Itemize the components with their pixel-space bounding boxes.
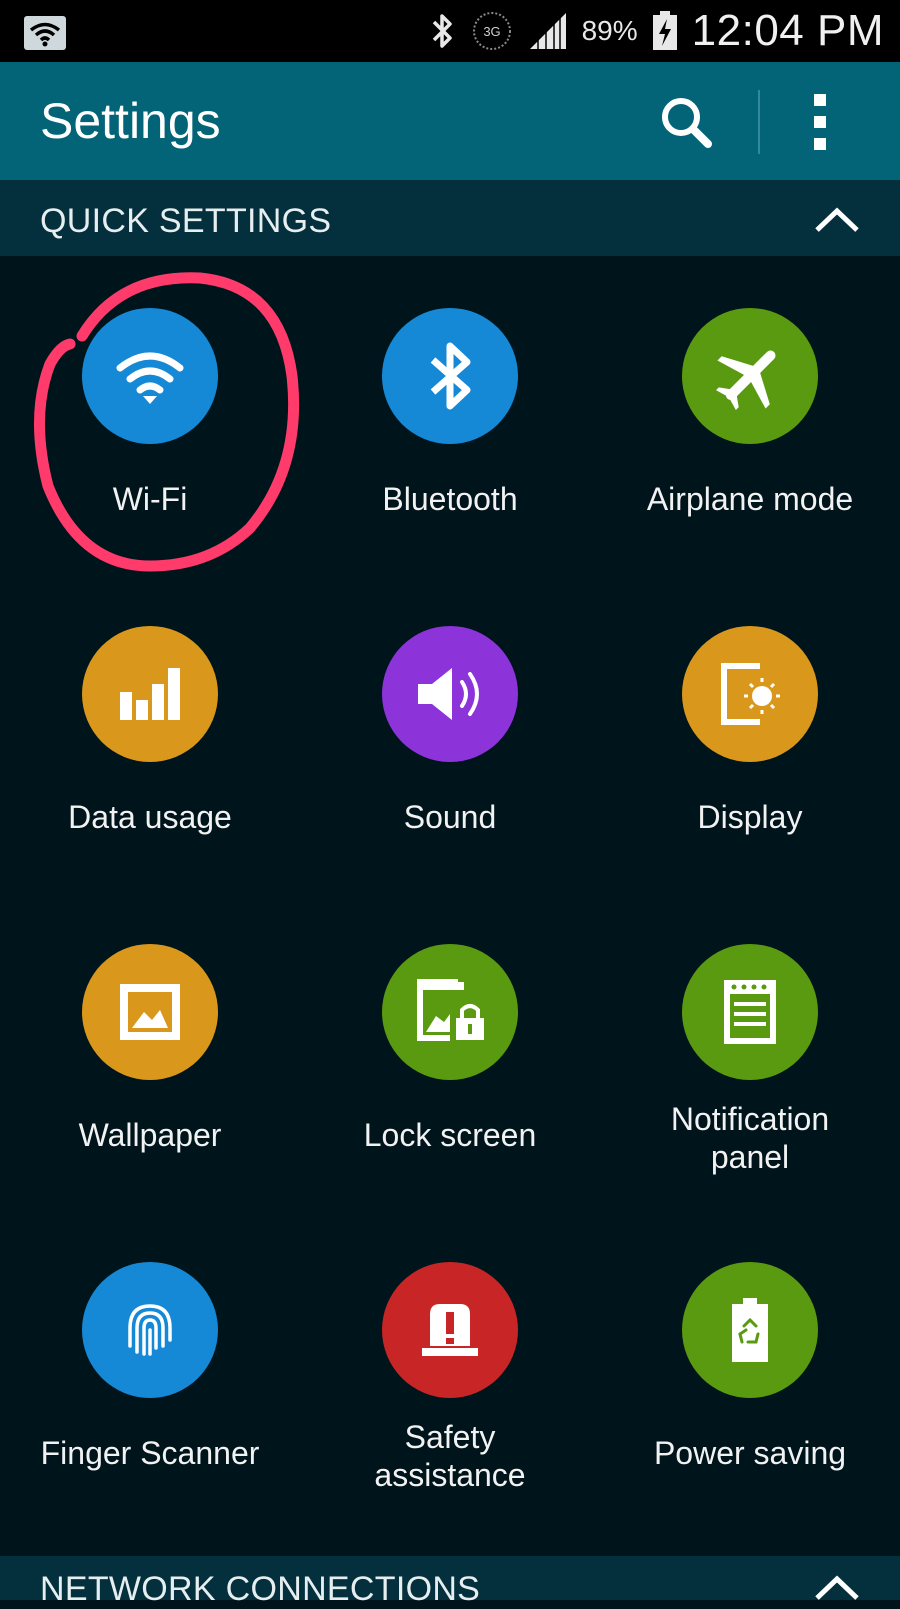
tile-label: Sound <box>403 799 497 835</box>
safety-assistance-tile-circle <box>382 1262 518 1398</box>
quick-settings-header[interactable]: QUICK SETTINGS <box>0 180 900 256</box>
tile-label: Notification panel <box>670 1101 830 1175</box>
display-icon <box>721 663 780 725</box>
battery-charging-icon <box>652 11 677 50</box>
page-title: Settings <box>40 93 221 149</box>
wifi-tile-circle <box>82 308 218 444</box>
tile-label: Wi-Fi <box>112 481 188 517</box>
airplane-tile-circle <box>682 308 818 444</box>
tile-display[interactable]: Display <box>600 574 900 884</box>
display-tile-circle <box>682 626 818 762</box>
tile-label: Lock screen <box>363 1117 537 1153</box>
action-divider <box>758 90 760 154</box>
fingerprint-icon <box>128 1304 172 1356</box>
eco-battery-icon <box>732 1298 768 1362</box>
tile-label: Wallpaper <box>78 1117 222 1153</box>
tile-label: Airplane mode <box>646 481 854 517</box>
alarm-light-icon <box>422 1304 478 1356</box>
signal-strength-icon <box>529 13 566 49</box>
chevron-up-icon[interactable] <box>814 1574 860 1602</box>
tile-label: Display <box>697 799 803 835</box>
tile-label: Bluetooth <box>382 481 518 517</box>
lock-screen-icon <box>417 979 484 1041</box>
tile-finger-scanner[interactable]: Finger Scanner <box>0 1210 300 1520</box>
tile-power-saving[interactable]: Power saving <box>600 1210 900 1520</box>
clock: 12:04 PM <box>691 6 884 55</box>
tile-safety-assistance[interactable]: Safety assistance <box>300 1210 600 1520</box>
lock-screen-tile-circle <box>382 944 518 1080</box>
notification-panel-tile-circle <box>682 944 818 1080</box>
status-bar: 3G 89% 12:04 PM <box>0 0 900 62</box>
airplane-icon <box>716 350 776 410</box>
bar-chart-icon <box>120 668 180 720</box>
battery-percent: 89% <box>581 15 638 46</box>
speaker-icon <box>418 668 479 720</box>
power-saving-tile-circle <box>682 1262 818 1398</box>
bluetooth-tile-circle <box>382 308 518 444</box>
data-usage-tile-circle <box>82 626 218 762</box>
tile-lock-screen[interactable]: Lock screen <box>300 892 600 1202</box>
section-title: QUICK SETTINGS <box>40 202 332 240</box>
network-3g-icon: 3G <box>472 12 511 50</box>
more-options-icon[interactable] <box>808 90 832 154</box>
section-title: NETWORK CONNECTIONS <box>40 1570 481 1608</box>
bluetooth-icon <box>430 342 471 410</box>
notification-panel-icon <box>724 980 776 1044</box>
wifi-icon <box>116 352 184 404</box>
network-connections-header[interactable]: NETWORK CONNECTIONS <box>0 1556 900 1608</box>
finger-scanner-tile-circle <box>82 1262 218 1398</box>
tile-label: Power saving <box>653 1435 847 1471</box>
image-icon <box>120 984 180 1040</box>
wallpaper-tile-circle <box>82 944 218 1080</box>
search-icon[interactable] <box>656 92 718 154</box>
bluetooth-status-icon <box>432 14 452 48</box>
tile-label: Safety assistance <box>374 1419 526 1493</box>
tile-label: Finger Scanner <box>40 1435 260 1471</box>
svg-text:3G: 3G <box>483 24 500 39</box>
chevron-up-icon[interactable] <box>814 206 860 234</box>
tile-wallpaper[interactable]: Wallpaper <box>0 892 300 1202</box>
tile-notification-panel[interactable]: Notification panel <box>600 892 900 1202</box>
tile-sound[interactable]: Sound <box>300 574 600 884</box>
tile-label: Data usage <box>68 799 232 835</box>
sound-tile-circle <box>382 626 518 762</box>
tile-wifi[interactable]: Wi-Fi <box>0 256 300 566</box>
tile-bluetooth[interactable]: Bluetooth <box>300 256 600 566</box>
tile-data-usage[interactable]: Data usage <box>0 574 300 884</box>
action-bar: Settings <box>0 62 900 180</box>
tile-airplane-mode[interactable]: Airplane mode <box>600 256 900 566</box>
wifi-status-icon <box>24 16 66 50</box>
